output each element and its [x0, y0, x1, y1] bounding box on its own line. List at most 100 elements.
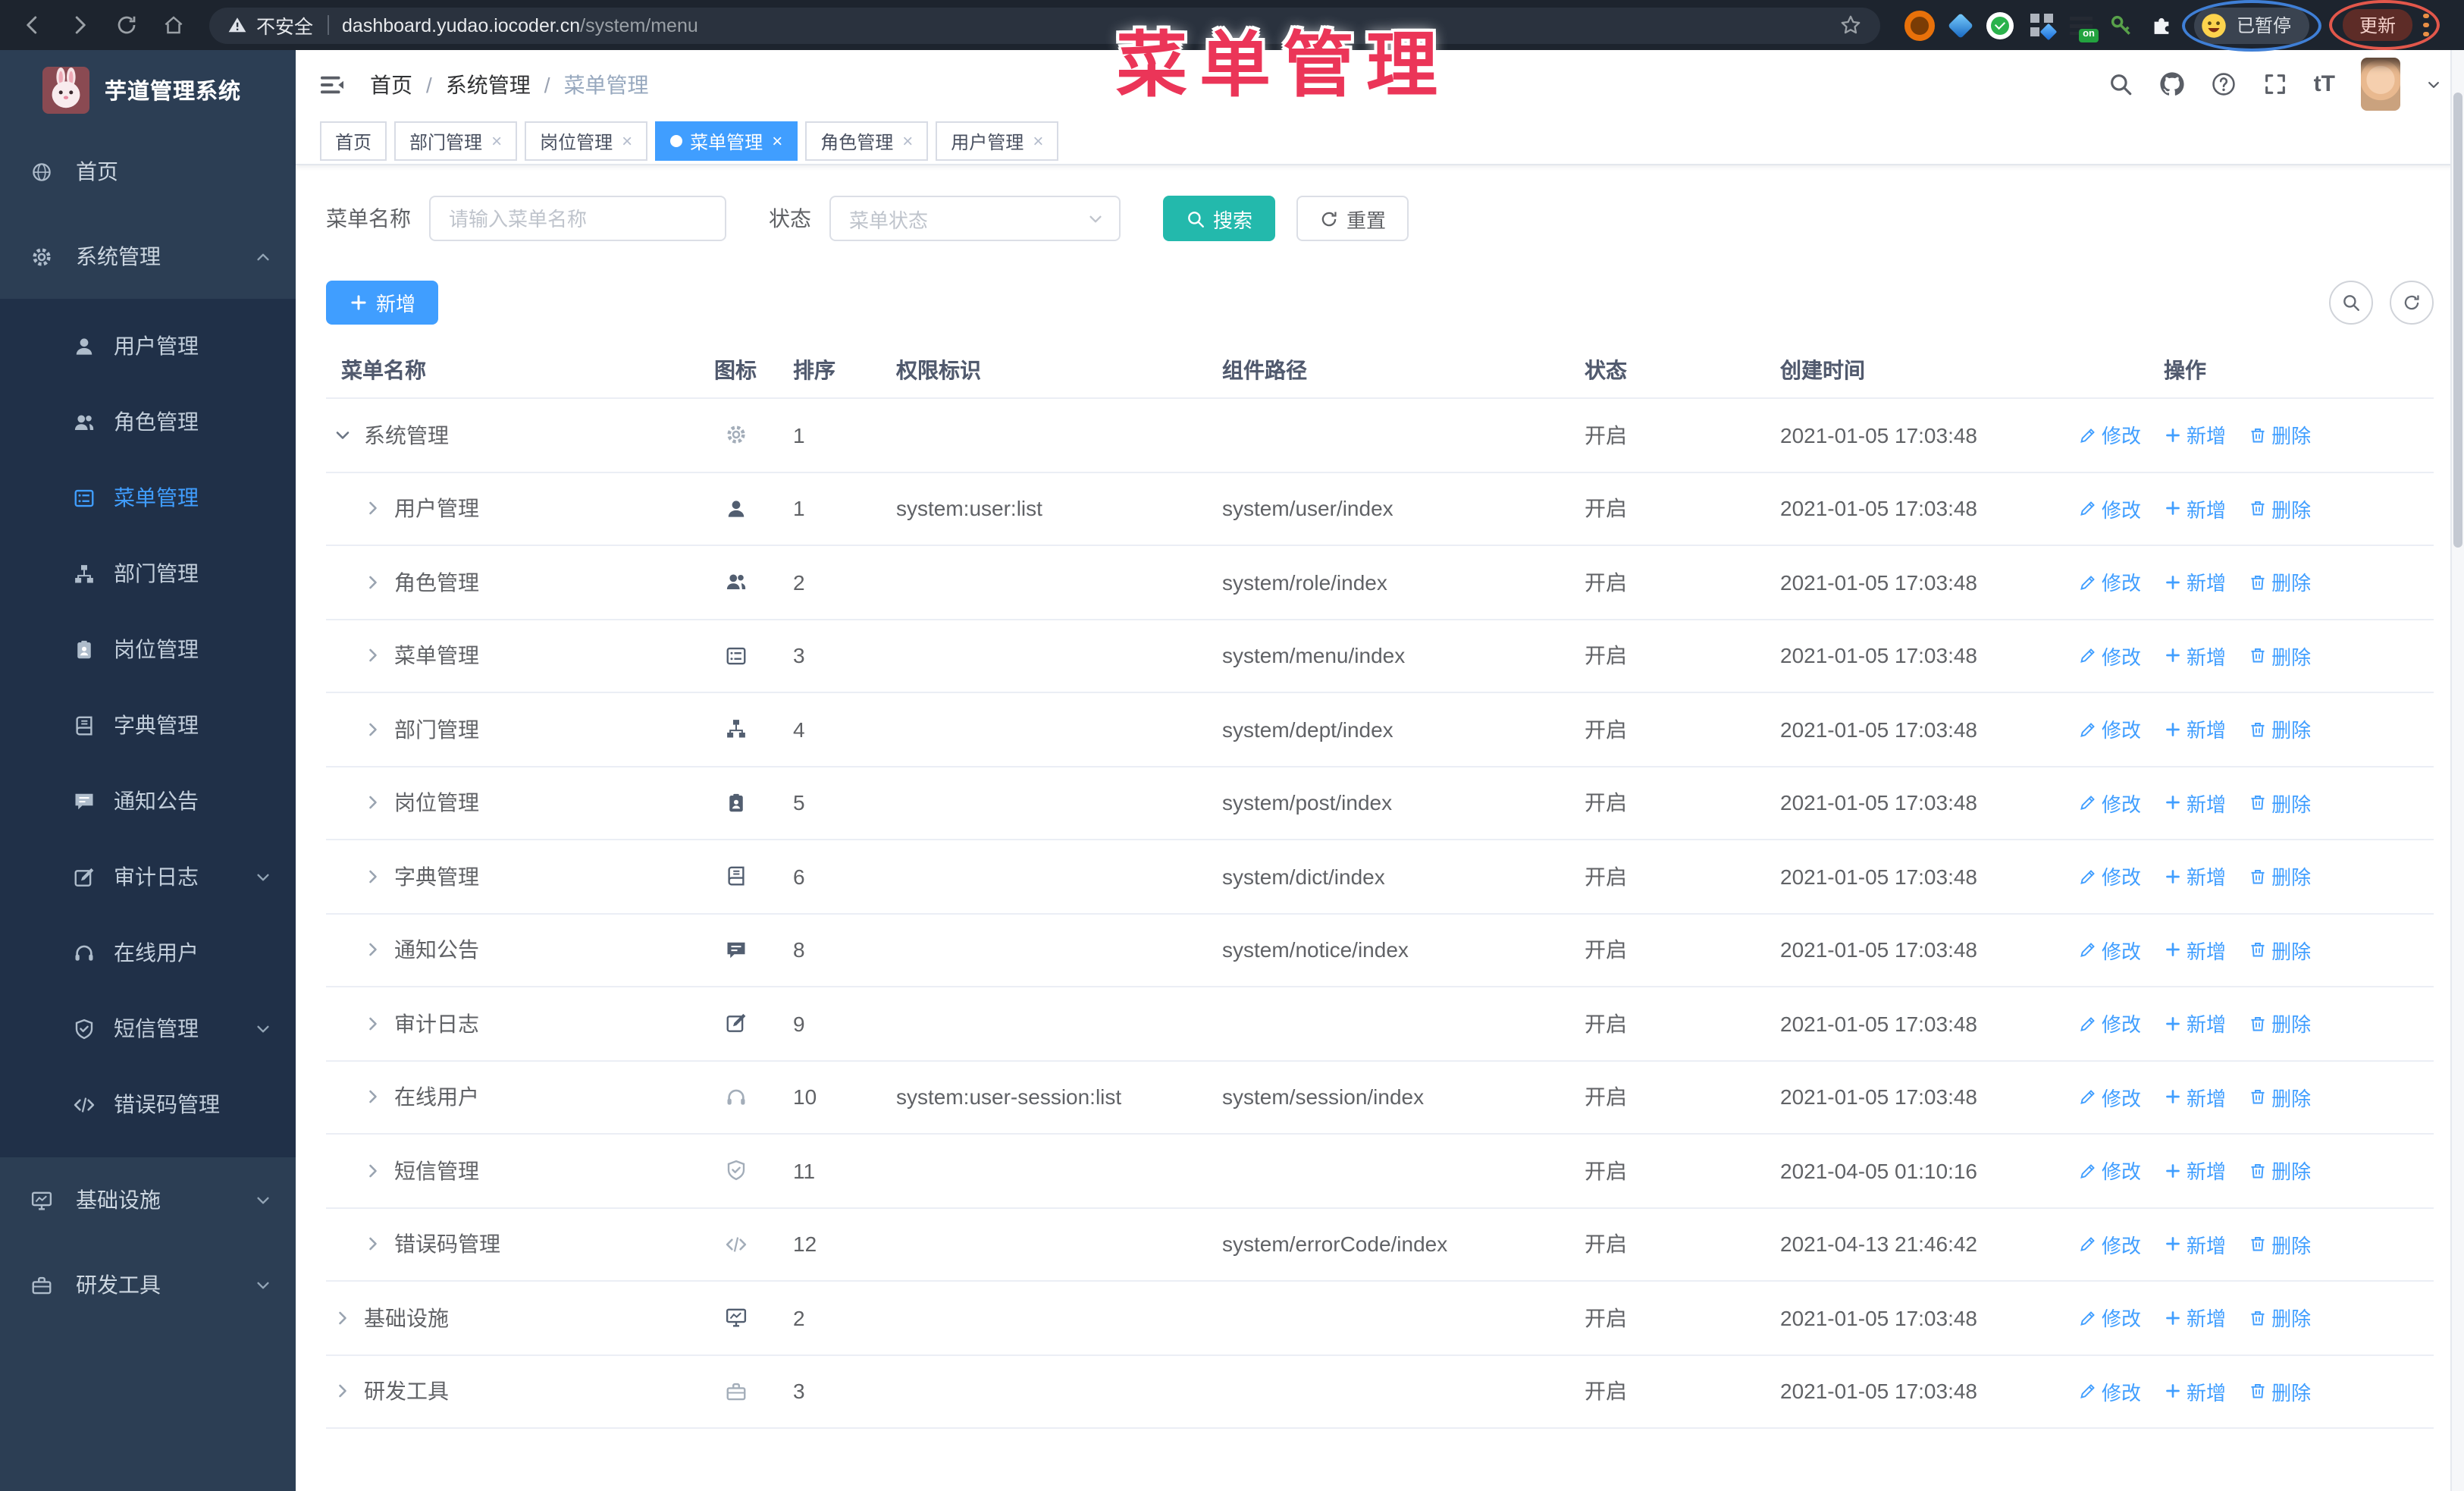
close-icon[interactable]: × — [491, 130, 502, 152]
fullscreen-icon[interactable] — [2262, 71, 2288, 97]
sidebar-item-dict[interactable]: 字典管理 — [0, 687, 296, 763]
sidebar-item-infra[interactable]: 基础设施 — [0, 1157, 296, 1242]
caret-right-icon[interactable] — [364, 1088, 382, 1106]
caret-right-icon[interactable] — [364, 941, 382, 959]
tag-dept[interactable]: 部门管理 × — [394, 121, 518, 161]
add-link[interactable]: 新增 — [2164, 568, 2226, 597]
sidebar-item-role[interactable]: 角色管理 — [0, 384, 296, 460]
edit-link[interactable]: 修改 — [2079, 1083, 2141, 1112]
extension-grid-icon[interactable] — [2030, 14, 2053, 36]
page-scrollbar[interactable] — [2450, 50, 2464, 1491]
avatar-caret-down-icon[interactable] — [2426, 77, 2441, 92]
sidebar-logo[interactable]: 芋道管理系统 — [0, 50, 296, 129]
add-link[interactable]: 新增 — [2164, 1304, 2226, 1332]
edit-link[interactable]: 修改 — [2079, 642, 2141, 670]
edit-link[interactable]: 修改 — [2079, 421, 2141, 450]
edit-link[interactable]: 修改 — [2079, 1377, 2141, 1406]
caret-right-icon[interactable] — [334, 1309, 352, 1327]
edit-link[interactable]: 修改 — [2079, 1304, 2141, 1332]
add-link[interactable]: 新增 — [2164, 494, 2226, 523]
edit-link[interactable]: 修改 — [2079, 715, 2141, 744]
delete-link[interactable]: 删除 — [2249, 715, 2311, 744]
header-search-icon[interactable] — [2108, 71, 2133, 97]
sidebar-item-system[interactable]: 系统管理 — [0, 214, 296, 299]
extension-list-icon[interactable]: on — [2070, 15, 2099, 42]
refresh-table-button[interactable] — [2390, 281, 2434, 325]
add-link[interactable]: 新增 — [2164, 862, 2226, 891]
close-icon[interactable]: × — [622, 130, 632, 152]
caret-right-icon[interactable] — [364, 647, 382, 665]
update-button[interactable]: 更新 — [2343, 9, 2413, 41]
sidebar-item-audit-log[interactable]: 审计日志 — [0, 839, 296, 915]
close-icon[interactable]: × — [902, 130, 913, 152]
breadcrumb-system[interactable]: 系统管理 — [446, 69, 531, 99]
add-link[interactable]: 新增 — [2164, 1230, 2226, 1259]
breadcrumb-home[interactable]: 首页 — [370, 69, 412, 99]
edit-link[interactable]: 修改 — [2079, 1157, 2141, 1185]
delete-link[interactable]: 删除 — [2249, 568, 2311, 597]
delete-link[interactable]: 删除 — [2249, 1083, 2311, 1112]
add-link[interactable]: 新增 — [2164, 715, 2226, 744]
edit-link[interactable]: 修改 — [2079, 862, 2141, 891]
browser-back-button[interactable] — [15, 8, 49, 42]
delete-link[interactable]: 删除 — [2249, 1377, 2311, 1406]
toggle-search-button[interactable] — [2329, 281, 2373, 325]
caret-right-icon[interactable] — [364, 1015, 382, 1033]
add-link[interactable]: 新增 — [2164, 789, 2226, 818]
delete-link[interactable]: 删除 — [2249, 789, 2311, 818]
font-size-icon[interactable]: tT — [2314, 71, 2335, 97]
browser-profile-chip[interactable]: 已暂停 — [2181, 0, 2322, 51]
sidebar-item-post[interactable]: 岗位管理 — [0, 611, 296, 687]
help-icon[interactable] — [2211, 71, 2237, 97]
sidebar-item-error-code[interactable]: 错误码管理 — [0, 1066, 296, 1142]
caret-right-icon[interactable] — [364, 573, 382, 592]
scrollbar-thumb[interactable] — [2453, 93, 2462, 548]
address-bar[interactable]: 不安全 dashboard.yudao.iocoder.cn /system/m… — [209, 7, 1880, 43]
user-avatar[interactable] — [2361, 58, 2400, 111]
tag-role[interactable]: 角色管理 × — [805, 121, 929, 161]
caret-right-icon[interactable] — [334, 1383, 352, 1401]
sidebar-item-dev-tool[interactable]: 研发工具 — [0, 1242, 296, 1327]
add-link[interactable]: 新增 — [2164, 1083, 2226, 1112]
caret-right-icon[interactable] — [364, 720, 382, 739]
tag-user[interactable]: 用户管理 × — [936, 121, 1059, 161]
delete-link[interactable]: 删除 — [2249, 642, 2311, 670]
menu-name-input[interactable] — [429, 196, 726, 241]
tag-home[interactable]: 首页 — [320, 121, 387, 161]
caret-right-icon[interactable] — [364, 1162, 382, 1180]
close-icon[interactable]: × — [772, 130, 782, 152]
delete-link[interactable]: 删除 — [2249, 1304, 2311, 1332]
add-button[interactable]: 新增 — [326, 281, 439, 325]
reset-button[interactable]: 重置 — [1296, 196, 1409, 241]
extension-donut-icon[interactable] — [1904, 10, 1935, 40]
add-link[interactable]: 新增 — [2164, 421, 2226, 450]
bookmark-star-icon[interactable] — [1839, 14, 1862, 36]
delete-link[interactable]: 删除 — [2249, 1230, 2311, 1259]
extensions-puzzle-icon[interactable] — [2150, 14, 2173, 36]
add-link[interactable]: 新增 — [2164, 642, 2226, 670]
caret-right-icon[interactable] — [364, 794, 382, 812]
browser-menu-icon[interactable] — [2423, 13, 2431, 37]
tag-post[interactable]: 岗位管理 × — [525, 121, 648, 161]
caret-down-icon[interactable] — [334, 426, 352, 444]
close-icon[interactable]: × — [1033, 130, 1043, 152]
add-link[interactable]: 新增 — [2164, 1157, 2226, 1185]
sidebar-item-online-user[interactable]: 在线用户 — [0, 915, 296, 990]
extension-check-icon[interactable] — [1986, 11, 2014, 39]
sidebar-item-user[interactable]: 用户管理 — [0, 308, 296, 384]
caret-right-icon[interactable] — [364, 868, 382, 886]
delete-link[interactable]: 删除 — [2249, 494, 2311, 523]
search-button[interactable]: 搜索 — [1163, 196, 1276, 241]
edit-link[interactable]: 修改 — [2079, 1230, 2141, 1259]
delete-link[interactable]: 删除 — [2249, 936, 2311, 965]
edit-link[interactable]: 修改 — [2079, 568, 2141, 597]
hamburger-icon[interactable] — [318, 71, 346, 98]
sidebar-item-home[interactable]: 首页 — [0, 129, 296, 214]
add-link[interactable]: 新增 — [2164, 1377, 2226, 1406]
browser-reload-button[interactable] — [109, 8, 143, 42]
extension-key-icon[interactable] — [2109, 13, 2133, 37]
github-icon[interactable] — [2159, 71, 2185, 97]
delete-link[interactable]: 删除 — [2249, 862, 2311, 891]
add-link[interactable]: 新增 — [2164, 1009, 2226, 1038]
browser-forward-button[interactable] — [62, 8, 96, 42]
